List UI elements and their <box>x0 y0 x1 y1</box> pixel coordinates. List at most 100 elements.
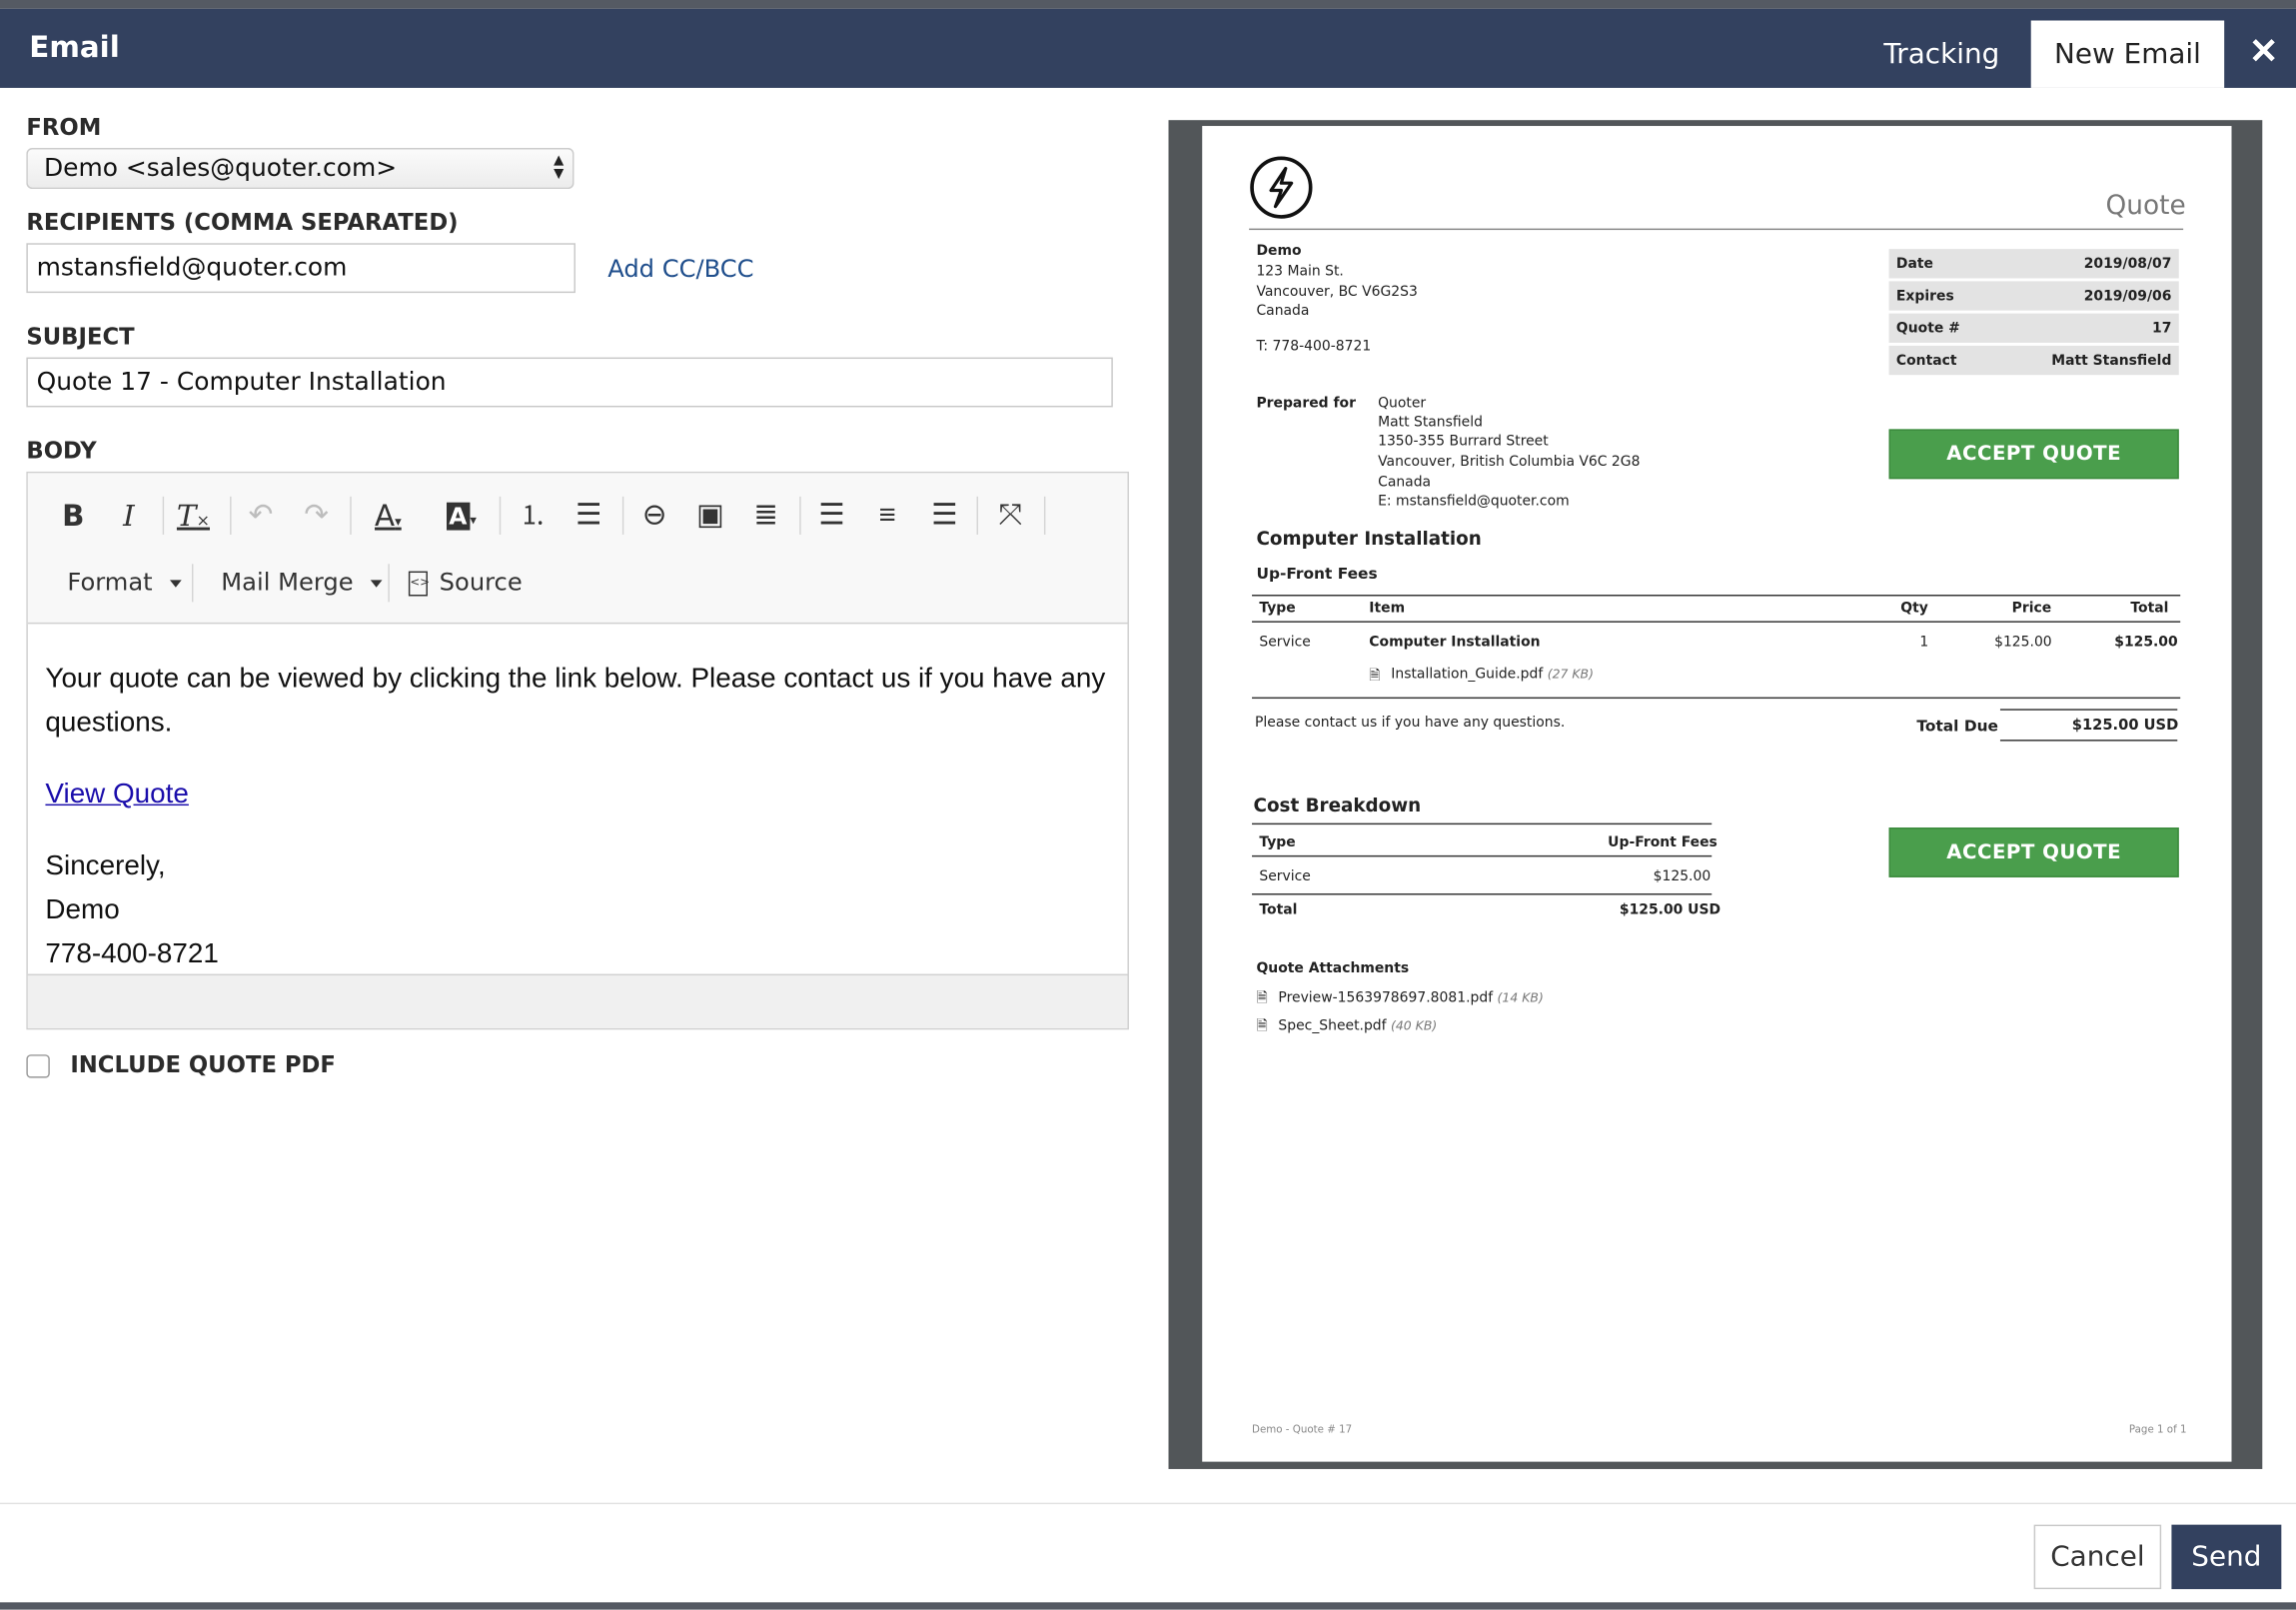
toolbar-divider <box>191 564 194 603</box>
align-right-icon[interactable]: ☰ <box>922 494 966 538</box>
breakdown-title: Cost Breakdown <box>1253 794 1422 816</box>
dialog-title: Email <box>29 29 120 65</box>
send-button[interactable]: Send <box>2171 1524 2282 1590</box>
toolbar-divider <box>799 496 801 535</box>
total-due-label: Total Due <box>1916 718 1998 736</box>
breakdown-col-fees: Up-Front Fees <box>1608 834 1718 851</box>
breakdown-row-value: $125.00 <box>1653 868 1712 885</box>
table-top-rule <box>1252 595 2181 597</box>
company-phone: T: 778-400-8721 <box>1256 338 1372 355</box>
image-icon[interactable]: ▣ <box>688 494 732 538</box>
add-cc-bcc-link[interactable]: Add CC/BCC <box>607 255 753 283</box>
section-title: Computer Installation <box>1256 527 1482 550</box>
toolbar-divider <box>1043 496 1046 535</box>
page-footer-left: Demo - Quote # 17 <box>1252 1423 1353 1436</box>
align-center-icon[interactable]: ≡ <box>865 494 909 538</box>
recipients-input[interactable]: mstansfield@quoter.com <box>26 243 575 294</box>
source-button[interactable]: <> Source <box>408 561 523 605</box>
breakdown-col-type: Type <box>1259 834 1296 851</box>
editor-body[interactable]: Your quote can be viewed by clicking the… <box>28 626 1128 972</box>
remove-format-icon[interactable]: T× <box>171 494 215 538</box>
header-divider <box>1249 228 2184 231</box>
undo-icon[interactable]: ↶ <box>239 494 283 538</box>
attachment-item[interactable]: Spec_Sheet.pdf (40 KB) <box>1278 1018 1437 1034</box>
mail-merge-label: Mail Merge <box>221 568 354 597</box>
link-icon[interactable]: ⊖ <box>632 494 676 538</box>
bold-icon[interactable]: B <box>51 494 95 538</box>
bulleted-list-icon[interactable]: ☰ <box>567 494 610 538</box>
email-dialog: Email Tracking New Email ✕ FROM Demo <sa… <box>0 0 2296 1610</box>
toolbar-divider <box>976 496 978 535</box>
prepared-for-line: E: mstansfield@quoter.com <box>1378 493 1570 511</box>
total-due-top-rule <box>1999 709 2178 711</box>
line-attachment[interactable]: Installation_Guide.pdf (27 KB) <box>1391 667 1594 683</box>
prepared-for-line: Matt Stansfield <box>1378 414 1483 431</box>
tab-new-email[interactable]: New Email <box>2030 20 2225 88</box>
accept-quote-button[interactable]: ACCEPT QUOTE <box>1888 827 2179 877</box>
accept-quote-button[interactable]: ACCEPT QUOTE <box>1888 429 2179 480</box>
pdf-icon: 🗎 <box>1369 668 1381 685</box>
backdrop-strip <box>0 0 2296 9</box>
background-color-icon[interactable]: A ▾ <box>435 494 488 538</box>
editor-status-bar <box>27 973 1128 1028</box>
company-address1: 123 Main St. <box>1256 263 1344 280</box>
company-logo <box>1250 156 1313 219</box>
maximize-icon[interactable]: ⤧ <box>988 494 1032 538</box>
recipients-label: RECIPIENTS (COMMA SEPARATED) <box>26 209 459 236</box>
close-icon[interactable]: ✕ <box>2237 26 2290 79</box>
view-quote-link[interactable]: View Quote <box>45 780 188 810</box>
cancel-button[interactable]: Cancel <box>2033 1524 2162 1590</box>
redo-icon[interactable]: ↷ <box>295 494 339 538</box>
format-dropdown[interactable]: Format <box>67 561 182 605</box>
breakdown-top-rule <box>1252 822 1713 825</box>
subject-label: SUBJECT <box>26 323 135 351</box>
include-pdf-checkbox[interactable] <box>26 1054 50 1078</box>
mail-merge-dropdown[interactable]: Mail Merge <box>221 561 383 605</box>
rich-text-editor: B I T× ↶ ↷ A▾ A ▾ ⒈ ☰ ⊖ ▣ ≣ ☰ ≡ ☰ ⤧ Forma… <box>26 471 1129 1030</box>
format-label: Format <box>67 568 153 597</box>
footer-divider <box>0 1502 2296 1505</box>
line-qty: 1 <box>1919 634 1929 651</box>
toolbar-divider <box>499 496 502 535</box>
quote-preview-panel[interactable]: Quote Demo 123 Main St. Vancouver, BC V6… <box>1168 120 2263 1469</box>
numbered-list-icon[interactable]: ⒈ <box>511 494 555 538</box>
attachment-item[interactable]: Preview-1563978697.8081.pdf (14 KB) <box>1278 990 1543 1006</box>
source-label: Source <box>439 568 523 597</box>
total-due-value: $125.00 USD <box>2071 718 2179 735</box>
meta-expires: Expires 2019/09/06 <box>1888 281 2179 311</box>
include-pdf-label: INCLUDE QUOTE PDF <box>70 1051 336 1078</box>
prepared-for-label: Prepared for <box>1256 395 1356 412</box>
prepared-for-line: Vancouver, British Columbia V6C 2G8 <box>1378 454 1641 471</box>
from-label: FROM <box>26 114 102 141</box>
source-file-icon: <> <box>408 571 430 597</box>
toolbar-divider <box>350 496 352 535</box>
company-name: Demo <box>1256 243 1302 260</box>
fees-title: Up-Front Fees <box>1256 565 1378 584</box>
dialog-header: Email Tracking New Email ✕ <box>0 8 2296 88</box>
col-item: Item <box>1369 600 1406 618</box>
chevron-down-icon <box>371 580 383 588</box>
italic-icon[interactable]: I <box>107 494 151 538</box>
text-color-icon[interactable]: A▾ <box>362 494 415 538</box>
toolbar-divider <box>230 496 232 535</box>
company-country: Canada <box>1256 303 1310 320</box>
line-price: $125.00 <box>1994 634 2052 651</box>
col-total: Total <box>2130 600 2169 618</box>
table-bottom-rule <box>1252 697 2181 700</box>
tab-tracking[interactable]: Tracking <box>1871 21 2012 88</box>
horizontal-line-icon[interactable]: ≣ <box>744 494 788 538</box>
toolbar-divider <box>162 496 165 535</box>
quote-page: Quote Demo 123 Main St. Vancouver, BC V6… <box>1202 126 2232 1462</box>
line-type: Service <box>1259 634 1311 651</box>
breakdown-row-type: Service <box>1259 868 1311 885</box>
subject-input[interactable]: Quote 17 - Computer Installation <box>26 357 1113 408</box>
pdf-icon: 🗎 <box>1256 1017 1268 1034</box>
line-item: Computer Installation <box>1369 634 1541 651</box>
doc-title: Quote <box>2105 190 2186 222</box>
align-left-icon[interactable]: ☰ <box>809 494 853 538</box>
col-price: Price <box>2011 600 2052 618</box>
prepared-for-line: Quoter <box>1378 395 1427 412</box>
from-select[interactable]: Demo <sales@quoter.com> ▲ ▼ <box>26 148 574 190</box>
body-label: BODY <box>26 438 97 465</box>
pdf-icon: 🗎 <box>1256 989 1268 1006</box>
